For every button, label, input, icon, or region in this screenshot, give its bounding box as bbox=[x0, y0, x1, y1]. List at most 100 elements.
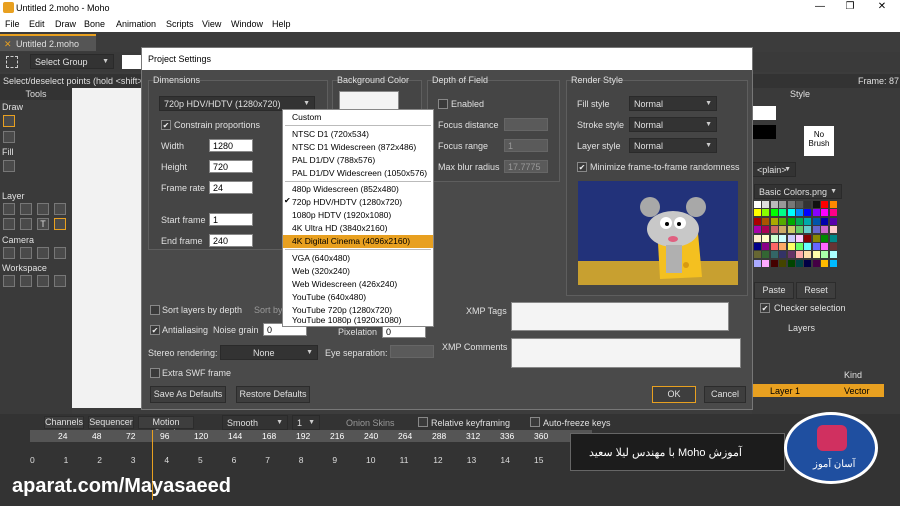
palette-swatch[interactable] bbox=[762, 243, 770, 250]
palette-dropdown[interactable]: Basic Colors.png bbox=[754, 184, 842, 199]
palette-swatch[interactable] bbox=[804, 217, 812, 225]
tab-sequencer[interactable]: Sequencer bbox=[88, 416, 134, 429]
palette-swatch[interactable] bbox=[812, 234, 820, 242]
paste-button[interactable]: Paste bbox=[754, 282, 794, 299]
select-points-tool-icon[interactable] bbox=[3, 115, 15, 127]
camera-track-icon[interactable] bbox=[3, 247, 15, 259]
palette-swatch[interactable] bbox=[770, 243, 778, 250]
menu-edit[interactable]: Edit bbox=[29, 19, 45, 29]
tab-motion-graph[interactable]: Motion Graph bbox=[138, 416, 194, 438]
preset-option[interactable]: 4K Ultra HD (3840x2160) bbox=[283, 222, 433, 235]
constrain-checkbox[interactable]: ✔ bbox=[161, 120, 171, 130]
flip-layer-icon[interactable] bbox=[20, 218, 32, 230]
camera-pan-icon[interactable] bbox=[54, 247, 66, 259]
palette-swatch[interactable] bbox=[787, 243, 795, 250]
palette-swatch[interactable] bbox=[804, 243, 812, 250]
palette-swatch[interactable] bbox=[762, 217, 770, 225]
save-defaults-button[interactable]: Save As Defaults bbox=[150, 386, 226, 403]
menu-bone[interactable]: Bone bbox=[84, 19, 105, 29]
palette-swatch[interactable] bbox=[812, 226, 820, 234]
text-tool-icon[interactable]: T bbox=[37, 218, 49, 230]
palette-swatch[interactable] bbox=[770, 259, 778, 267]
menu-help[interactable]: Help bbox=[272, 19, 291, 29]
width-input[interactable]: 1280 bbox=[209, 139, 253, 152]
preset-option[interactable]: 720p HDV/HDTV (1280x720) bbox=[283, 196, 433, 209]
shear-layer-icon[interactable] bbox=[54, 203, 66, 215]
palette-swatch[interactable] bbox=[829, 251, 837, 259]
palette-swatch[interactable] bbox=[770, 234, 778, 242]
palette-swatch[interactable] bbox=[770, 209, 778, 217]
palette-swatch[interactable] bbox=[787, 251, 795, 259]
palette-swatch[interactable] bbox=[779, 251, 787, 259]
menu-animation[interactable]: Animation bbox=[116, 19, 156, 29]
palette-swatch[interactable] bbox=[829, 209, 837, 217]
tab-close-icon[interactable]: ✕ bbox=[4, 39, 12, 50]
start-frame-input[interactable]: 1 bbox=[209, 213, 253, 226]
timeline-ruler[interactable]: 24 48 72 96 120 144 168 192 216 240 264 288 312 336 36… bbox=[30, 430, 592, 442]
pen-tool-icon[interactable] bbox=[54, 218, 66, 230]
stereo-dropdown[interactable]: None bbox=[220, 345, 318, 360]
palette-swatch[interactable] bbox=[770, 217, 778, 225]
cancel-button[interactable]: Cancel bbox=[704, 386, 746, 403]
preset-option-highlighted[interactable]: 4K Digital Cinema (4096x2160) bbox=[283, 235, 433, 248]
rotate-workspace-icon[interactable] bbox=[37, 275, 49, 287]
fill-style-dropdown[interactable]: Normal bbox=[629, 96, 717, 111]
menu-draw[interactable]: Draw bbox=[55, 19, 76, 29]
palette-swatch[interactable] bbox=[754, 226, 761, 234]
palette-swatch[interactable] bbox=[770, 201, 778, 208]
palette-swatch[interactable] bbox=[779, 209, 787, 217]
height-input[interactable]: 720 bbox=[209, 160, 253, 173]
relative-keyframing-checkbox[interactable] bbox=[418, 417, 428, 427]
palette-swatch[interactable] bbox=[787, 209, 795, 217]
canvas[interactable] bbox=[72, 88, 144, 408]
palette-swatch[interactable] bbox=[829, 217, 837, 225]
palette-swatch[interactable] bbox=[804, 209, 812, 217]
palette-swatch[interactable] bbox=[821, 234, 829, 242]
palette-swatch[interactable] bbox=[762, 226, 770, 234]
preset-option[interactable]: VGA (640x480) bbox=[283, 252, 433, 265]
palette-swatch[interactable] bbox=[787, 226, 795, 234]
palette-swatch[interactable] bbox=[796, 243, 803, 250]
maximize-button[interactable]: ❐ bbox=[836, 1, 864, 15]
tab-channels[interactable]: Channels bbox=[44, 416, 84, 429]
preset-option[interactable]: NTSC D1 (720x534) bbox=[283, 128, 433, 141]
style-preset-dropdown[interactable]: <plain> bbox=[752, 162, 796, 177]
palette-swatch[interactable] bbox=[762, 234, 770, 242]
dof-enabled-checkbox[interactable] bbox=[438, 99, 448, 109]
move-layer-icon[interactable] bbox=[20, 203, 32, 215]
select-group-dropdown[interactable]: Select Group bbox=[30, 54, 114, 69]
fill-tool-icon[interactable] bbox=[3, 160, 15, 172]
menu-window[interactable]: Window bbox=[231, 19, 263, 29]
preset-option[interactable]: Custom bbox=[283, 111, 433, 124]
color-palette[interactable] bbox=[754, 201, 838, 277]
minimize-button[interactable]: — bbox=[806, 1, 834, 15]
eye-separation-input[interactable] bbox=[390, 345, 434, 358]
stroke-color-swatch[interactable] bbox=[752, 125, 776, 139]
background-color-swatch[interactable] bbox=[339, 91, 399, 111]
minimize-randomness-checkbox[interactable]: ✔ bbox=[577, 162, 587, 172]
ok-button[interactable]: OK bbox=[652, 386, 696, 403]
focus-range-input[interactable]: 1 bbox=[504, 139, 548, 152]
zoom-icon[interactable] bbox=[20, 275, 32, 287]
palette-swatch[interactable] bbox=[821, 251, 829, 259]
palette-swatch[interactable] bbox=[804, 201, 812, 208]
palette-swatch[interactable] bbox=[804, 251, 812, 259]
preset-option[interactable]: 480p Widescreen (852x480) bbox=[283, 183, 433, 196]
menu-scripts[interactable]: Scripts bbox=[166, 19, 194, 29]
palette-swatch[interactable] bbox=[754, 201, 761, 208]
palette-swatch[interactable] bbox=[779, 243, 787, 250]
no-brush-button[interactable]: No Brush bbox=[804, 126, 834, 156]
palette-swatch[interactable] bbox=[762, 201, 770, 208]
select-points-icon[interactable] bbox=[6, 56, 18, 68]
interpolation-dropdown[interactable]: Smooth bbox=[222, 415, 288, 430]
camera-roll-icon[interactable] bbox=[37, 247, 49, 259]
palette-swatch[interactable] bbox=[762, 259, 770, 267]
palette-swatch[interactable] bbox=[804, 259, 812, 267]
palette-swatch[interactable] bbox=[829, 259, 837, 267]
palette-swatch[interactable] bbox=[812, 259, 820, 267]
palette-swatch[interactable] bbox=[754, 251, 761, 259]
stroke-style-dropdown[interactable]: Normal bbox=[629, 117, 717, 132]
onion-skins-label[interactable]: Onion Skins bbox=[346, 418, 395, 428]
layer-style-dropdown[interactable]: Normal bbox=[629, 138, 717, 153]
palette-swatch[interactable] bbox=[829, 243, 837, 250]
